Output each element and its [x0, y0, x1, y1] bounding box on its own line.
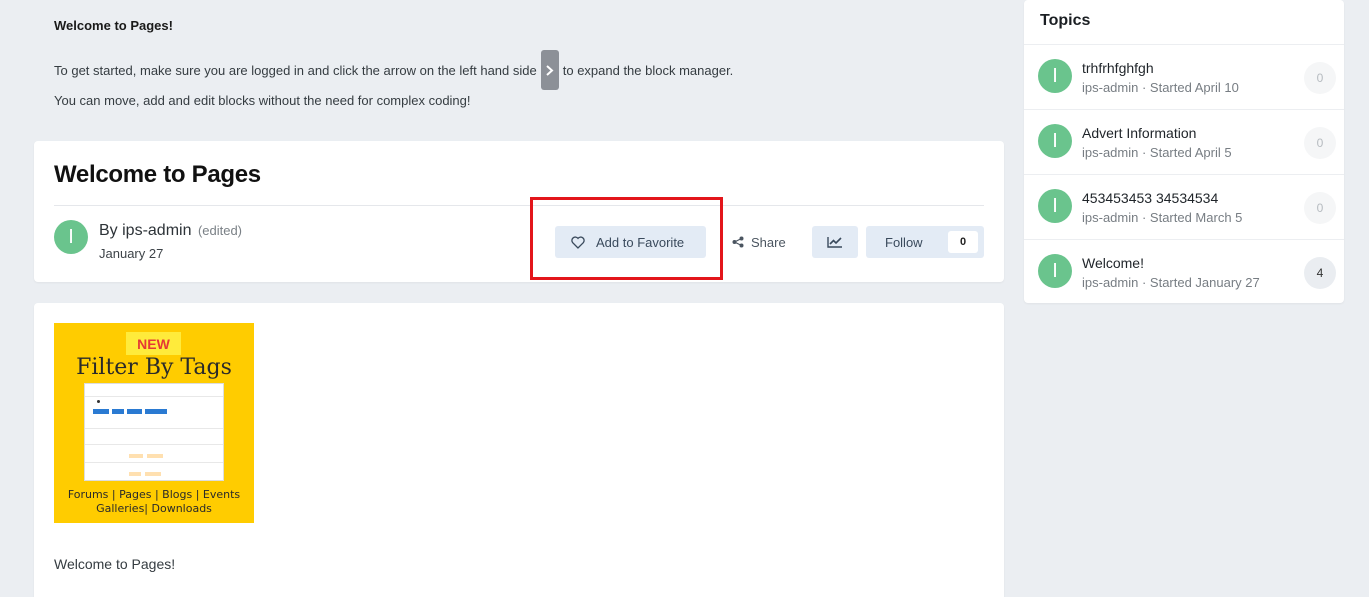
- topic-meta: ips-admin · Started April 10: [1082, 80, 1239, 95]
- header-divider: [54, 205, 984, 206]
- intro-title: Welcome to Pages!: [54, 18, 173, 33]
- intro-instructions: To get started, make sure you are logged…: [54, 50, 733, 90]
- avatar-letter: I: [1052, 64, 1058, 87]
- line-chart-icon: [827, 237, 842, 248]
- promo-shot-dot: [97, 400, 100, 403]
- topic-title[interactable]: trhfrhfghfgh: [1082, 60, 1154, 76]
- promo-footer: Forums | Pages | Blogs | Events Gallerie…: [54, 488, 254, 516]
- promo-shot-divider: [85, 444, 223, 445]
- topic-meta: ips-admin · Started January 27: [1082, 275, 1260, 290]
- page-title: Welcome to Pages: [54, 161, 261, 188]
- chevron-right-icon: [546, 64, 554, 76]
- expand-block-manager-button[interactable]: [540, 50, 559, 90]
- promo-shot-tag: [145, 472, 161, 476]
- promo-image: NEW Filter By Tags Forums | Pages | Blog…: [54, 323, 254, 523]
- share-button[interactable]: Share: [732, 226, 792, 258]
- share-icon: [732, 236, 744, 248]
- topic-item[interactable]: I trhfrhfghfgh ips-admin · Started April…: [1024, 45, 1344, 110]
- follow-label: Follow: [885, 234, 923, 250]
- avatar[interactable]: I: [1038, 189, 1072, 223]
- topic-meta: ips-admin · Started March 5: [1082, 210, 1243, 225]
- intro-block: Welcome to Pages! To get started, make s…: [54, 18, 994, 108]
- article-header-card: Welcome to Pages I By ips-admin (edited)…: [34, 141, 1004, 282]
- follow-button[interactable]: Follow 0: [866, 226, 984, 258]
- topic-title[interactable]: Welcome!: [1082, 255, 1144, 271]
- topic-item[interactable]: I Advert Information ips-admin · Started…: [1024, 110, 1344, 175]
- avatar-letter: I: [68, 225, 74, 248]
- promo-new-badge: NEW: [126, 332, 181, 355]
- topic-title[interactable]: 453453453 34534534: [1082, 190, 1218, 206]
- avatar-letter: I: [1052, 259, 1058, 282]
- topic-item[interactable]: I Welcome! ips-admin · Started January 2…: [1024, 240, 1344, 305]
- reply-count-badge: 4: [1304, 257, 1336, 289]
- promo-shot-divider: [85, 396, 223, 397]
- stats-button[interactable]: [812, 226, 858, 258]
- avatar[interactable]: I: [1038, 59, 1072, 93]
- add-to-favorite-button[interactable]: Add to Favorite: [555, 226, 706, 258]
- favorite-label: Add to Favorite: [596, 234, 685, 250]
- promo-footer-line-1: Forums | Pages | Blogs | Events: [67, 488, 241, 501]
- topic-meta: ips-admin · Started April 5: [1082, 145, 1232, 160]
- reply-count-badge: 0: [1304, 192, 1336, 224]
- intro-text-before: To get started, make sure you are logged…: [54, 62, 537, 78]
- reply-count-badge: 0: [1304, 127, 1336, 159]
- avatar-letter: I: [1052, 129, 1058, 152]
- author-prefix: By: [99, 222, 118, 239]
- avatar-letter: I: [1052, 194, 1058, 217]
- article-content-card: NEW Filter By Tags Forums | Pages | Blog…: [34, 303, 1004, 597]
- promo-shot-tag: [93, 409, 109, 414]
- promo-shot-tag: [127, 409, 142, 414]
- article-body-heading: Welcome to Pages!: [54, 556, 176, 572]
- promo-shot-tag: [145, 409, 167, 414]
- promo-shot-divider: [85, 428, 223, 429]
- topic-item[interactable]: I 453453453 34534534 ips-admin · Started…: [1024, 175, 1344, 240]
- intro-line-2: You can move, add and edit blocks withou…: [54, 93, 471, 108]
- avatar[interactable]: I: [54, 220, 88, 254]
- intro-text-after: to expand the block manager.: [562, 62, 734, 78]
- edited-label: (edited): [197, 223, 243, 238]
- author-link[interactable]: ips-admin: [122, 222, 191, 239]
- share-label: Share: [751, 234, 786, 250]
- topic-title[interactable]: Advert Information: [1082, 125, 1196, 141]
- post-date: January 27: [99, 246, 164, 261]
- promo-shot-divider: [85, 462, 223, 463]
- reply-count-badge: 0: [1304, 62, 1336, 94]
- sidebar-title: Topics: [1040, 12, 1091, 29]
- author-line: By ips-admin (edited): [99, 222, 242, 240]
- avatar[interactable]: I: [1038, 254, 1072, 288]
- heart-icon: [571, 235, 585, 249]
- promo-shot-tag: [147, 454, 163, 458]
- promo-shot-tag: [112, 409, 124, 414]
- topics-sidebar: Topics I trhfrhfghfgh ips-admin · Starte…: [1024, 0, 1344, 303]
- avatar[interactable]: I: [1038, 124, 1072, 158]
- promo-screenshot: [84, 383, 224, 481]
- promo-shot-tag: [129, 454, 143, 458]
- follow-count-badge: 0: [948, 231, 978, 253]
- promo-title: Filter By Tags: [76, 355, 232, 380]
- promo-footer-line-2: Galleries| Downloads: [96, 502, 212, 515]
- promo-shot-tag: [129, 472, 141, 476]
